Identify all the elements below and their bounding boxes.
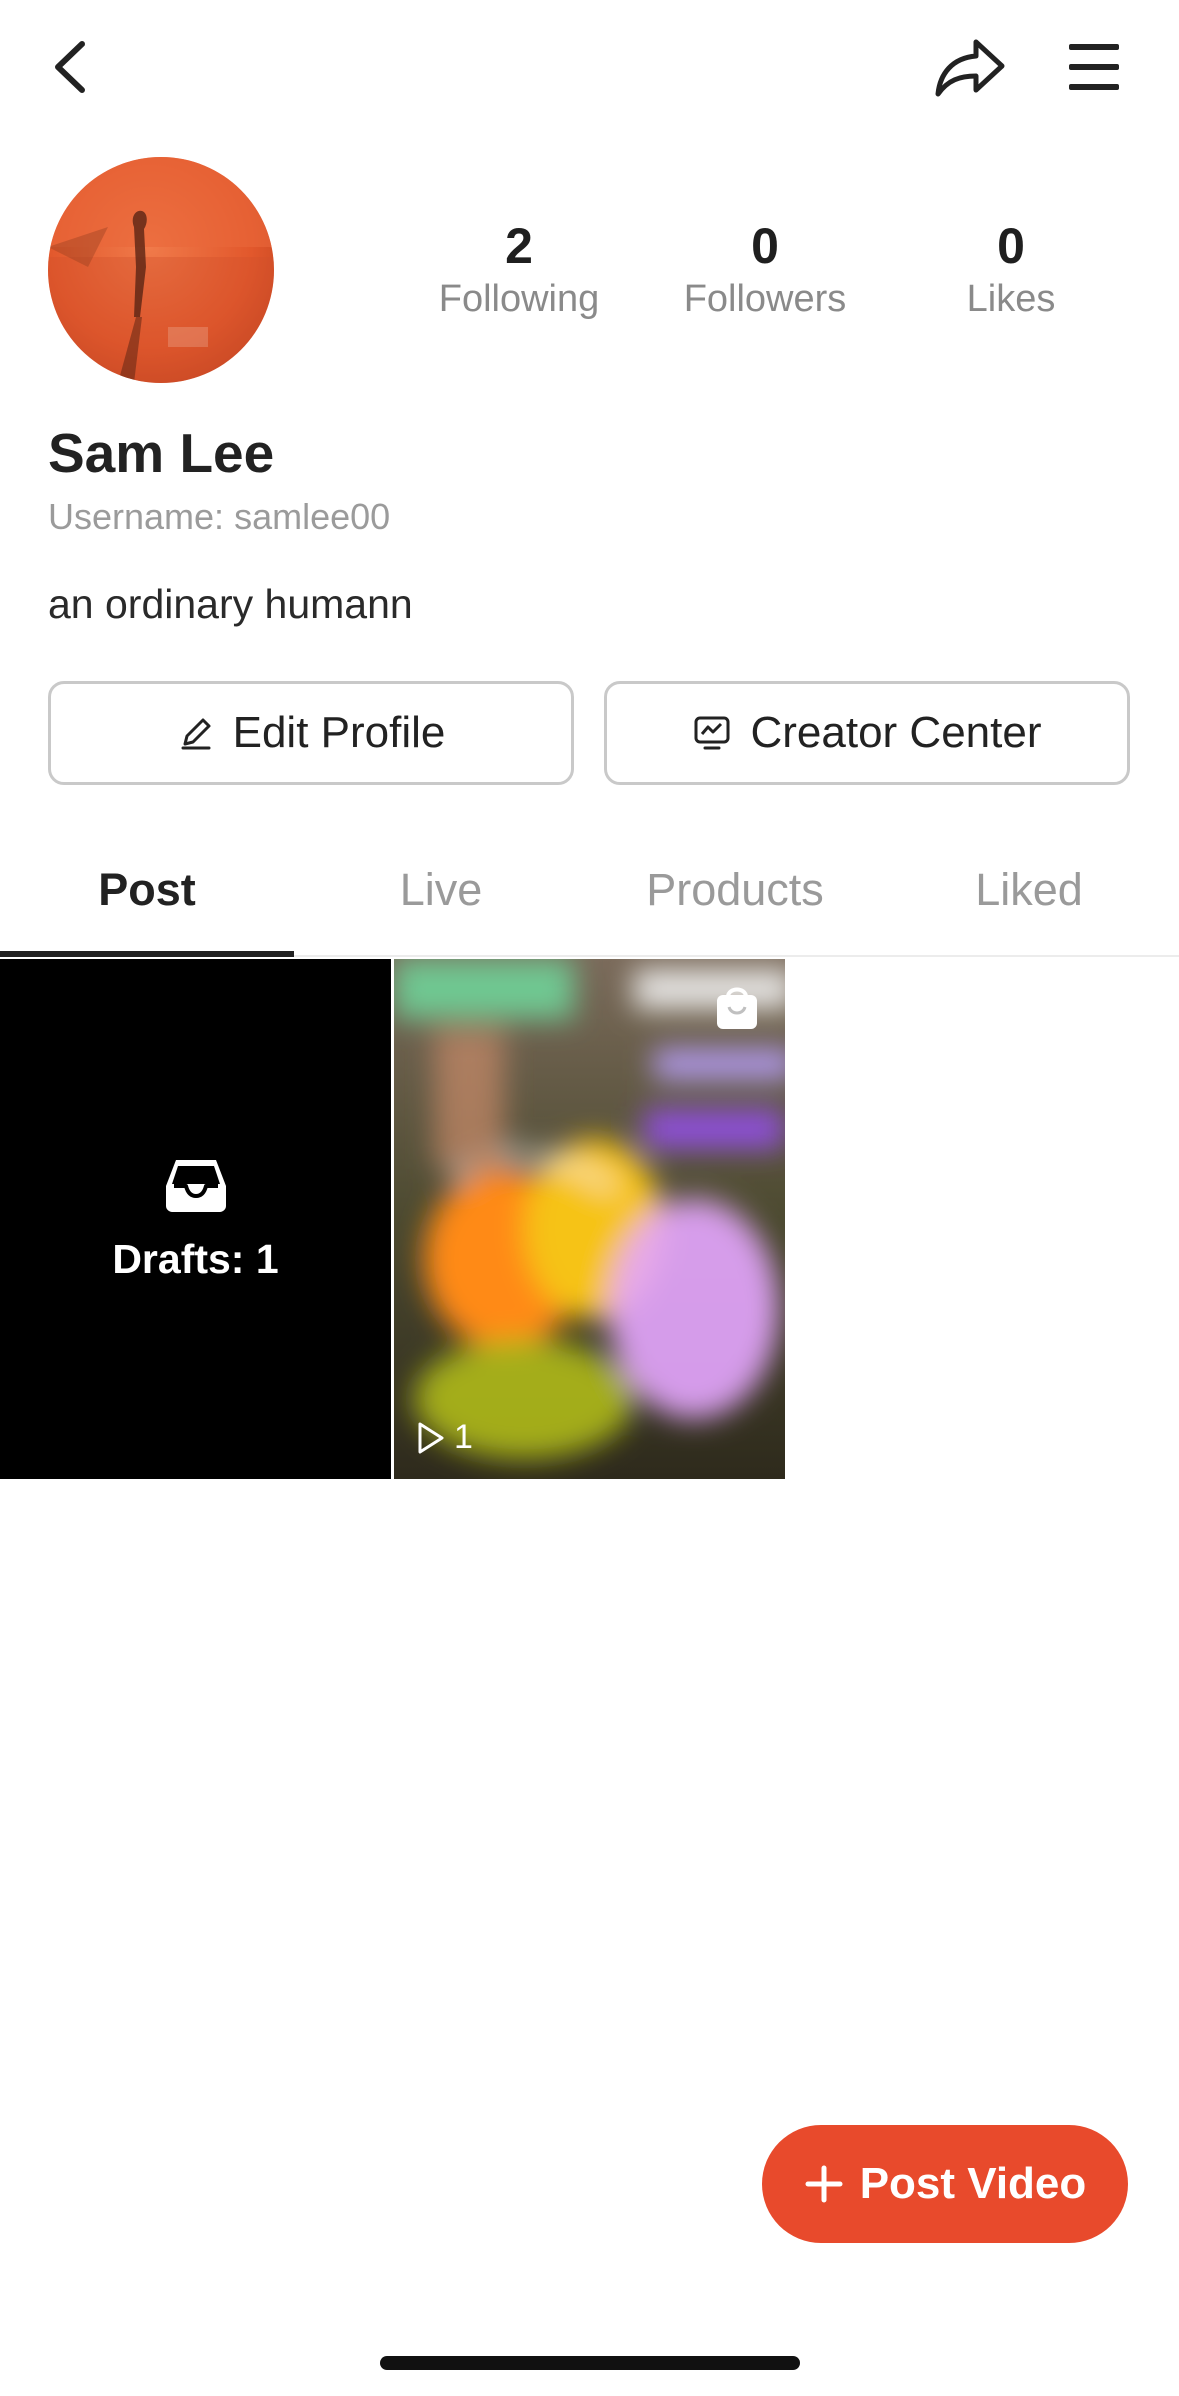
drafts-tile[interactable]: Drafts: 1 (0, 959, 391, 1479)
stat-followers[interactable]: 0 Followers (650, 218, 880, 322)
tab-post[interactable]: Post (0, 855, 294, 925)
shopping-bag-icon (715, 983, 759, 1031)
stat-followers-value: 0 (751, 218, 779, 274)
inbox-tray-icon (165, 1159, 226, 1212)
profile-bio: an ordinary humann (48, 581, 413, 627)
hamburger-menu-icon (1069, 44, 1119, 90)
avatar-photo (48, 157, 274, 383)
stat-likes[interactable]: 0 Likes (896, 218, 1126, 322)
tab-products[interactable]: Products (588, 855, 882, 925)
creator-center-button[interactable]: Creator Center (604, 681, 1130, 785)
creator-center-label: Creator Center (750, 708, 1042, 757)
active-tab-indicator (0, 951, 294, 957)
plus-icon (805, 2165, 843, 2203)
analytics-monitor-icon (694, 716, 730, 750)
back-button[interactable] (40, 30, 100, 104)
stat-likes-value: 0 (997, 218, 1025, 274)
edit-profile-label: Edit Profile (232, 708, 446, 757)
share-arrow-icon (935, 39, 1005, 97)
tab-liked[interactable]: Liked (882, 855, 1176, 925)
video-tile[interactable]: 1 (394, 959, 785, 1479)
profile-name: Sam Lee (48, 422, 275, 484)
post-video-button[interactable]: Post Video (762, 2125, 1128, 2243)
stat-followers-label: Followers (683, 278, 847, 320)
stat-following-value: 2 (505, 218, 533, 274)
post-video-label: Post Video (859, 2159, 1087, 2208)
share-button[interactable] (930, 30, 1010, 104)
play-count-value: 1 (454, 1418, 473, 1456)
chevron-left-icon (55, 41, 85, 93)
home-indicator[interactable] (380, 2356, 800, 2370)
stat-likes-label: Likes (966, 278, 1056, 320)
play-count: 1 (416, 1418, 473, 1457)
edit-profile-button[interactable]: Edit Profile (48, 681, 574, 785)
profile-username: Username: samlee00 (48, 496, 391, 537)
avatar[interactable] (48, 157, 274, 383)
stat-following[interactable]: 2 Following (404, 218, 634, 322)
tab-live[interactable]: Live (294, 855, 588, 925)
pencil-icon (181, 718, 211, 750)
drafts-label: Drafts: 1 (112, 1235, 279, 1282)
play-icon (418, 1422, 444, 1453)
video-thumbnail (394, 959, 785, 1479)
stat-following-label: Following (438, 278, 600, 320)
menu-button[interactable] (1055, 30, 1135, 104)
